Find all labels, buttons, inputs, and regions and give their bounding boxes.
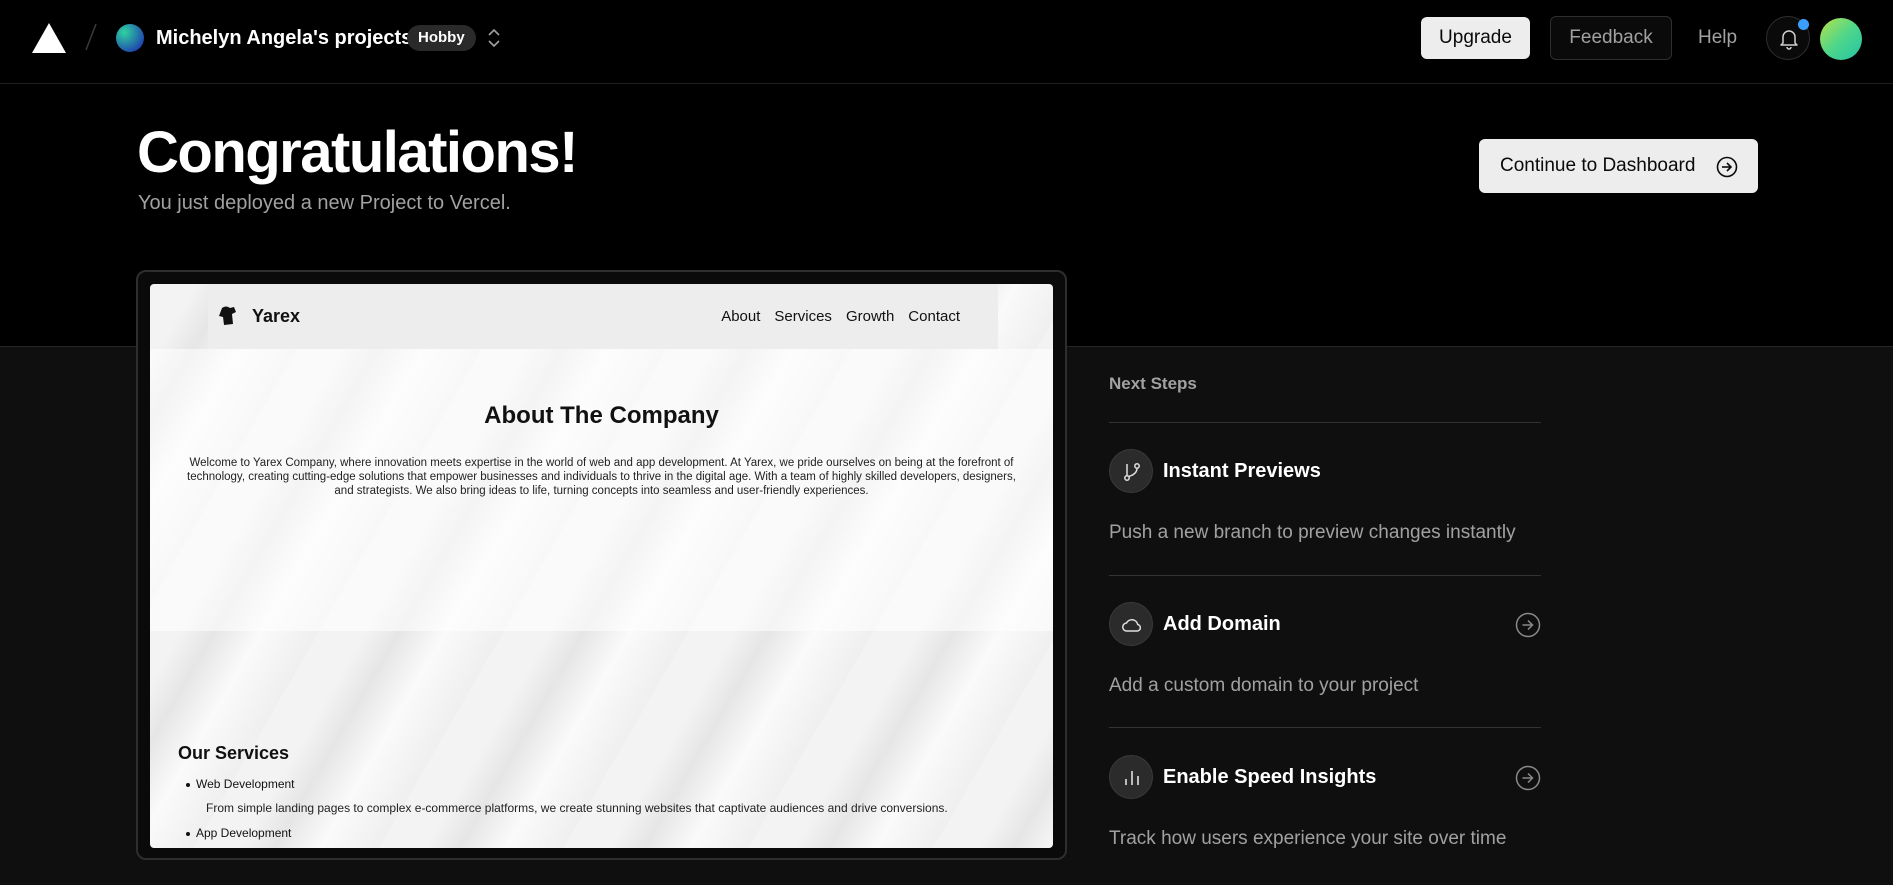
site-navbar: Yarex About Services Growth Contact <box>208 284 998 349</box>
cloud-icon <box>1109 602 1153 646</box>
next-step-desc: Track how users experience your site ove… <box>1109 828 1507 849</box>
site-nav-links: About Services Growth Contact <box>721 308 960 325</box>
divider <box>1109 575 1541 576</box>
next-step-title: Instant Previews <box>1163 460 1321 482</box>
about-text: Welcome to Yarex Company, where innovati… <box>187 457 1016 497</box>
git-branch-icon <box>1109 449 1153 493</box>
team-avatar[interactable] <box>116 24 144 52</box>
next-step-title: Add Domain <box>1163 613 1281 635</box>
upgrade-button[interactable]: Upgrade <box>1421 17 1530 59</box>
page-title: Congratulations! <box>137 120 578 185</box>
site-nav-services: Services <box>774 308 832 325</box>
next-step-title: Enable Speed Insights <box>1163 766 1377 788</box>
site-nav-growth: Growth <box>845 308 895 325</box>
service-item: App Development <box>185 826 292 840</box>
preview-screenshot: Yarex About Services Growth Contact Abou… <box>150 284 1053 848</box>
next-step-desc: Add a custom domain to your project <box>1109 675 1419 696</box>
site-logo-icon <box>219 306 236 325</box>
help-link[interactable]: Help <box>1698 26 1737 50</box>
plan-badge: Hobby <box>407 25 476 51</box>
breadcrumb-separator <box>85 23 97 51</box>
service-description: From simple landing pages to complex e-c… <box>206 801 948 815</box>
continue-label: Continue to Dashboard <box>1500 155 1696 176</box>
bell-icon <box>1780 30 1798 50</box>
next-step-instant-previews[interactable]: Instant Previews Push a new branch to pr… <box>1109 449 1541 589</box>
notification-dot <box>1798 19 1809 30</box>
divider <box>1109 727 1541 728</box>
page-subtitle: You just deployed a new Project to Verce… <box>138 192 511 214</box>
chevron-up-down-icon[interactable] <box>484 25 504 51</box>
site-nav-contact: Contact <box>908 308 960 325</box>
vercel-logo-icon[interactable] <box>31 22 67 54</box>
deployment-preview[interactable]: Yarex About Services Growth Contact Abou… <box>136 270 1067 860</box>
feedback-button[interactable]: Feedback <box>1550 16 1672 60</box>
next-step-speed-insights[interactable]: Enable Speed Insights Track how users ex… <box>1109 755 1541 885</box>
arrow-right-circle-icon <box>1716 156 1738 178</box>
service-item: Web Development <box>186 777 295 791</box>
user-avatar[interactable] <box>1820 18 1862 60</box>
next-step-desc: Push a new branch to preview changes ins… <box>1109 522 1516 543</box>
arrow-right-circle-icon <box>1515 765 1541 791</box>
about-title: About The Company <box>484 402 719 429</box>
site-brand: Yarex <box>252 306 301 326</box>
services-title: Our Services <box>178 743 290 763</box>
divider <box>1109 422 1541 423</box>
continue-to-dashboard-button[interactable]: Continue to Dashboard <box>1479 139 1758 193</box>
next-steps-heading: Next Steps <box>1109 374 1197 393</box>
team-name[interactable]: Michelyn Angela's projects <box>156 24 412 52</box>
bar-chart-icon <box>1109 755 1153 799</box>
site-nav-about: About <box>721 308 761 325</box>
arrow-right-circle-icon <box>1515 612 1541 638</box>
top-bar: Michelyn Angela's projects Hobby Upgrade… <box>0 0 1893 84</box>
next-step-add-domain[interactable]: Add Domain Add a custom domain to your p… <box>1109 602 1541 742</box>
